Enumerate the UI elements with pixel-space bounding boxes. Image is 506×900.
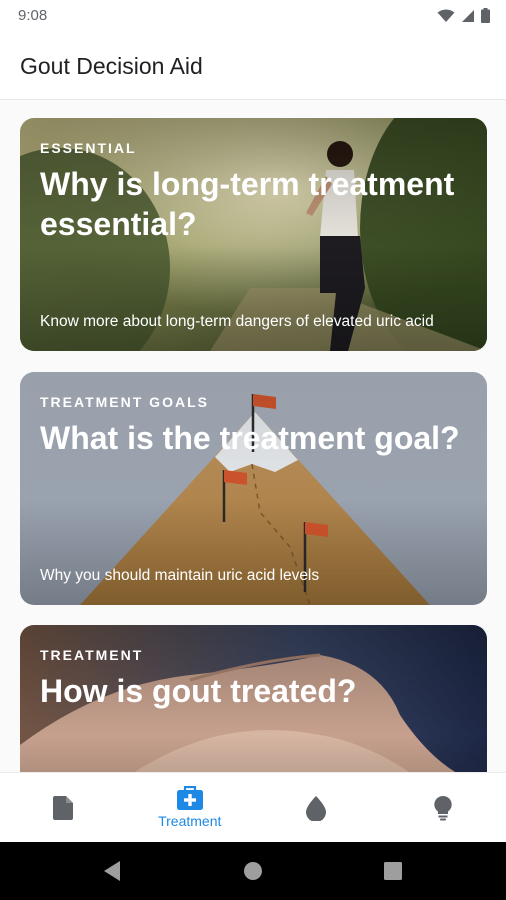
card-subtitle: Know more about long-term dangers of ele… [40,313,434,330]
card-eyebrow: ESSENTIAL [40,140,137,156]
recents-icon[interactable] [384,862,402,880]
signal-icon [462,9,474,22]
wifi-icon [437,9,455,22]
nav-label-treatment: Treatment [158,813,222,829]
card-essential[interactable]: ESSENTIAL Why is long-term treatment ess… [20,118,487,351]
drop-icon [306,795,327,821]
status-time: 9:08 [18,7,48,24]
card-treatment-goals[interactable]: TREATMENT GOALS What is the treatment go… [20,372,487,605]
battery-icon [481,8,490,23]
lightbulb-icon [434,795,452,820]
card-title: What is the treatment goal? [40,420,460,456]
nav-item-drop[interactable] [253,773,380,842]
status-icons [437,8,490,23]
medical-kit-icon [176,786,203,810]
card-subtitle: Why you should maintain uric acid levels [40,567,320,584]
app-title: Gout Decision Aid [20,53,203,79]
system-nav-bar [0,842,506,900]
status-bar: 9:08 [0,0,506,32]
content-scroll[interactable]: ESSENTIAL Why is long-term treatment ess… [0,100,506,772]
card-title: Why is long-term treatment essential? [40,166,455,242]
back-icon[interactable] [102,860,122,882]
document-icon [53,795,74,820]
app-bar: Gout Decision Aid [0,32,506,100]
bottom-nav: Treatment [0,772,506,842]
nav-item-treatment[interactable]: Treatment [127,773,254,842]
card-eyebrow: TREATMENT GOALS [40,394,209,410]
card-title: How is gout treated? [40,673,357,709]
card-treatment[interactable]: TREATMENT How is gout treated? [20,625,487,772]
card-eyebrow: TREATMENT [40,647,144,663]
nav-item-document[interactable] [0,773,127,842]
nav-item-tips[interactable] [380,773,506,842]
home-icon[interactable] [243,861,263,881]
